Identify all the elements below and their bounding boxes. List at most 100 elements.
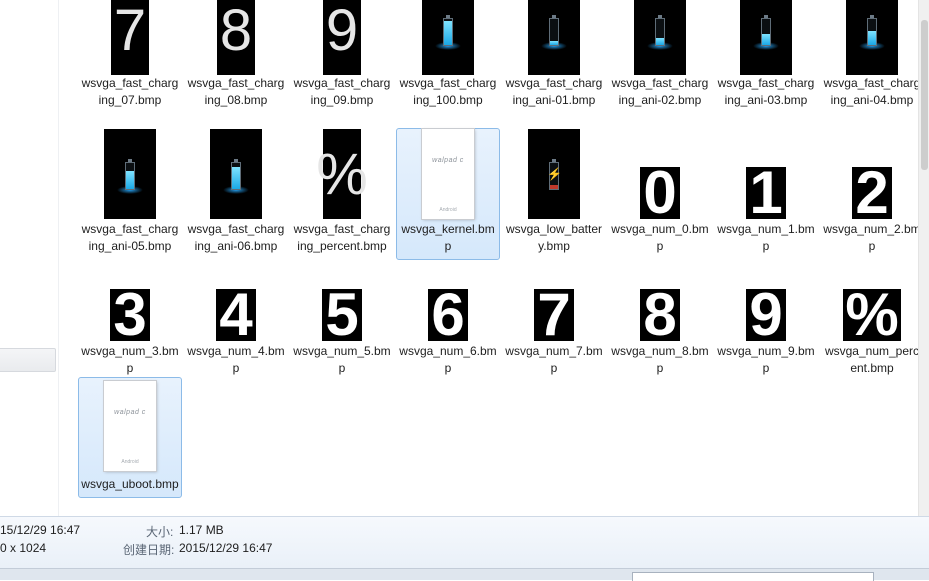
file-thumbnail: 7 <box>79 0 181 75</box>
logo-text: walpad c <box>114 409 146 416</box>
file-thumbnail <box>79 129 181 219</box>
file-name: wsvga_uboot.bmp <box>81 477 179 491</box>
file-item[interactable]: ⚡ wsvga_low_battery.bmp <box>502 128 606 256</box>
file-thumbnail: ⚡ <box>503 129 605 219</box>
file-name: wsvga_fast_charging_percent.bmp <box>293 222 391 253</box>
file-name: wsvga_fast_charging_ani-02.bmp <box>611 76 709 107</box>
number-glyph: 9 <box>746 285 786 345</box>
file-name: wsvga_num_5.bmp <box>293 344 391 375</box>
file-name: wsvga_fast_charging_08.bmp <box>187 76 285 107</box>
file-thumbnail <box>609 0 711 75</box>
file-thumbnail: 9 <box>291 0 393 75</box>
footer-text: Android <box>439 207 457 213</box>
file-thumbnail <box>821 0 918 75</box>
size-label: 大小: <box>146 525 174 539</box>
file-item[interactable]: % wsvga_fast_charging_percent.bmp <box>290 128 394 256</box>
file-thumbnail: 0 <box>609 129 711 223</box>
file-name: wsvga_fast_charging_09.bmp <box>293 76 391 107</box>
file-thumbnail: 8 <box>609 281 711 345</box>
file-item[interactable]: 2 wsvga_num_2.bmp <box>820 128 918 256</box>
file-item[interactable]: 3 wsvga_num_3.bmp <box>78 280 182 378</box>
file-item[interactable]: 9 wsvga_fast_charging_09.bmp <box>290 0 394 110</box>
file-name: wsvga_fast_charging_ani-03.bmp <box>717 76 815 107</box>
file-item[interactable]: wsvga_fast_charging_ani-06.bmp <box>184 128 288 256</box>
battery-icon <box>740 0 792 75</box>
splash-image: walpad c Android <box>422 129 474 219</box>
file-name: wsvga_num_2.bmp <box>823 222 918 253</box>
created-date-label: 创建日期: <box>123 543 175 557</box>
battery-icon <box>846 0 898 75</box>
number-glyph: 6 <box>428 285 468 345</box>
lightning-icon: ⚡ <box>547 167 562 181</box>
file-item[interactable]: wsvga_fast_charging_ani-01.bmp <box>502 0 606 110</box>
file-item[interactable]: 9 wsvga_num_9.bmp <box>714 280 818 378</box>
splash-image: walpad c Android <box>104 381 156 471</box>
file-thumbnail <box>185 129 287 219</box>
file-name: wsvga_num_percent.bmp <box>824 344 918 375</box>
dimensions-value: 0 x 1024 <box>0 541 47 555</box>
file-name: wsvga_fast_charging_100.bmp <box>399 76 497 107</box>
file-item[interactable]: wsvga_fast_charging_ani-02.bmp <box>608 0 712 110</box>
file-item[interactable]: 8 wsvga_num_8.bmp <box>608 280 712 378</box>
file-name: wsvga_fast_charging_ani-06.bmp <box>187 222 285 253</box>
file-thumbnail: 9 <box>715 281 817 345</box>
file-item[interactable]: wsvga_fast_charging_ani-04.bmp <box>820 0 918 110</box>
file-thumbnail: 7 <box>503 281 605 345</box>
file-name: wsvga_num_3.bmp <box>81 344 179 375</box>
file-item[interactable]: 7 wsvga_fast_charging_07.bmp <box>78 0 182 110</box>
file-item[interactable]: 8 wsvga_fast_charging_08.bmp <box>184 0 288 110</box>
taskbar-segment <box>632 572 874 581</box>
file-name: wsvga_num_1.bmp <box>717 222 815 253</box>
file-thumbnail: 4 <box>185 281 287 345</box>
digit-glyph: 8 <box>217 0 255 75</box>
navigation-pane-item[interactable] <box>0 348 56 372</box>
file-thumbnail: walpad c Android <box>79 378 181 474</box>
file-item[interactable]: 0 wsvga_num_0.bmp <box>608 128 712 256</box>
file-item[interactable]: 7 wsvga_num_7.bmp <box>502 280 606 378</box>
file-name: wsvga_num_4.bmp <box>187 344 285 375</box>
file-list-view[interactable]: 7 wsvga_fast_charging_07.bmp 8 wsvga_fast_c… <box>60 0 918 516</box>
logo-text: walpad c <box>432 157 464 164</box>
file-item[interactable]: 4 wsvga_num_4.bmp <box>184 280 288 378</box>
file-name: wsvga_fast_charging_ani-04.bmp <box>823 76 918 107</box>
file-thumbnail: 1 <box>715 129 817 223</box>
size-value: 1.17 MB <box>179 523 224 537</box>
file-item[interactable]: 5 wsvga_num_5.bmp <box>290 280 394 378</box>
file-thumbnail <box>715 0 817 75</box>
file-thumbnail <box>503 0 605 75</box>
file-thumbnail: 5 <box>291 281 393 345</box>
number-glyph: 7 <box>534 285 574 345</box>
file-item[interactable]: wsvga_fast_charging_ani-05.bmp <box>78 128 182 256</box>
file-thumbnail: 2 <box>821 129 918 223</box>
file-thumbnail: % <box>291 129 393 219</box>
file-item[interactable]: wsvga_fast_charging_ani-03.bmp <box>714 0 818 110</box>
file-name: wsvga_low_battery.bmp <box>505 222 603 253</box>
file-item[interactable]: walpad c Android wsvga_kernel.bmp <box>396 128 500 260</box>
file-item[interactable]: walpad c Android wsvga_uboot.bmp <box>78 377 182 498</box>
navigation-pane <box>0 0 59 516</box>
vertical-scrollbar[interactable] <box>918 0 929 516</box>
low-battery-icon: ⚡ <box>528 129 580 219</box>
file-thumbnail: 6 <box>397 281 499 345</box>
window-bottom-edge <box>0 568 929 581</box>
number-glyph: 8 <box>640 285 680 345</box>
scrollbar-thumb[interactable] <box>921 20 928 170</box>
digit-glyph: % <box>316 129 368 219</box>
file-item[interactable]: 100%wsvga_fast_charging_100.bmp <box>396 0 500 110</box>
file-name: wsvga_num_0.bmp <box>611 222 709 253</box>
file-item[interactable]: 1 wsvga_num_1.bmp <box>714 128 818 256</box>
file-name: wsvga_num_7.bmp <box>505 344 603 375</box>
file-item[interactable]: % wsvga_num_percent.bmp <box>820 280 918 378</box>
file-thumbnail: 3 <box>79 281 181 345</box>
number-glyph: 4 <box>216 285 256 345</box>
number-glyph: 5 <box>322 285 362 345</box>
file-name: wsvga_fast_charging_07.bmp <box>81 76 179 107</box>
file-name: wsvga_num_8.bmp <box>611 344 709 375</box>
battery-icon <box>528 0 580 75</box>
file-item[interactable]: 6 wsvga_num_6.bmp <box>396 280 500 378</box>
battery-icon <box>210 129 262 219</box>
number-glyph: 2 <box>852 163 892 223</box>
file-thumbnail: 8 <box>185 0 287 75</box>
battery-icon: 100% <box>422 0 474 75</box>
file-name: wsvga_kernel.bmp <box>401 222 495 253</box>
